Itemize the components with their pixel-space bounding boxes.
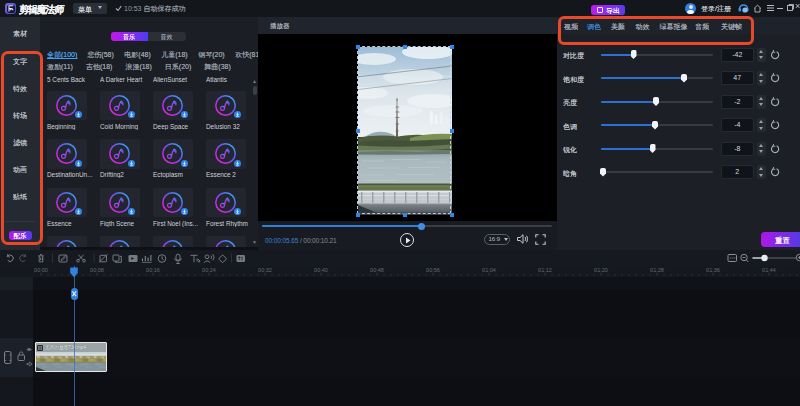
svg-text:00:08: 00:08 <box>90 267 104 273</box>
svg-text:00:40: 00:40 <box>314 267 328 273</box>
svg-text:01:28: 01:28 <box>650 267 664 273</box>
svg-text:01:20: 01:20 <box>594 267 608 273</box>
svg-text:01:04: 01:04 <box>482 267 496 273</box>
svg-text:01:12: 01:12 <box>538 267 552 273</box>
svg-text:00:48: 00:48 <box>370 267 384 273</box>
svg-text:00:16: 00:16 <box>146 267 160 273</box>
svg-text:00:24: 00:24 <box>202 267 216 273</box>
svg-text:00:32: 00:32 <box>258 267 272 273</box>
svg-text:00:56: 00:56 <box>426 267 440 273</box>
svg-text:01:44: 01:44 <box>762 267 776 273</box>
svg-text:00:00: 00:00 <box>34 267 48 273</box>
svg-text:01:36: 01:36 <box>706 267 720 273</box>
